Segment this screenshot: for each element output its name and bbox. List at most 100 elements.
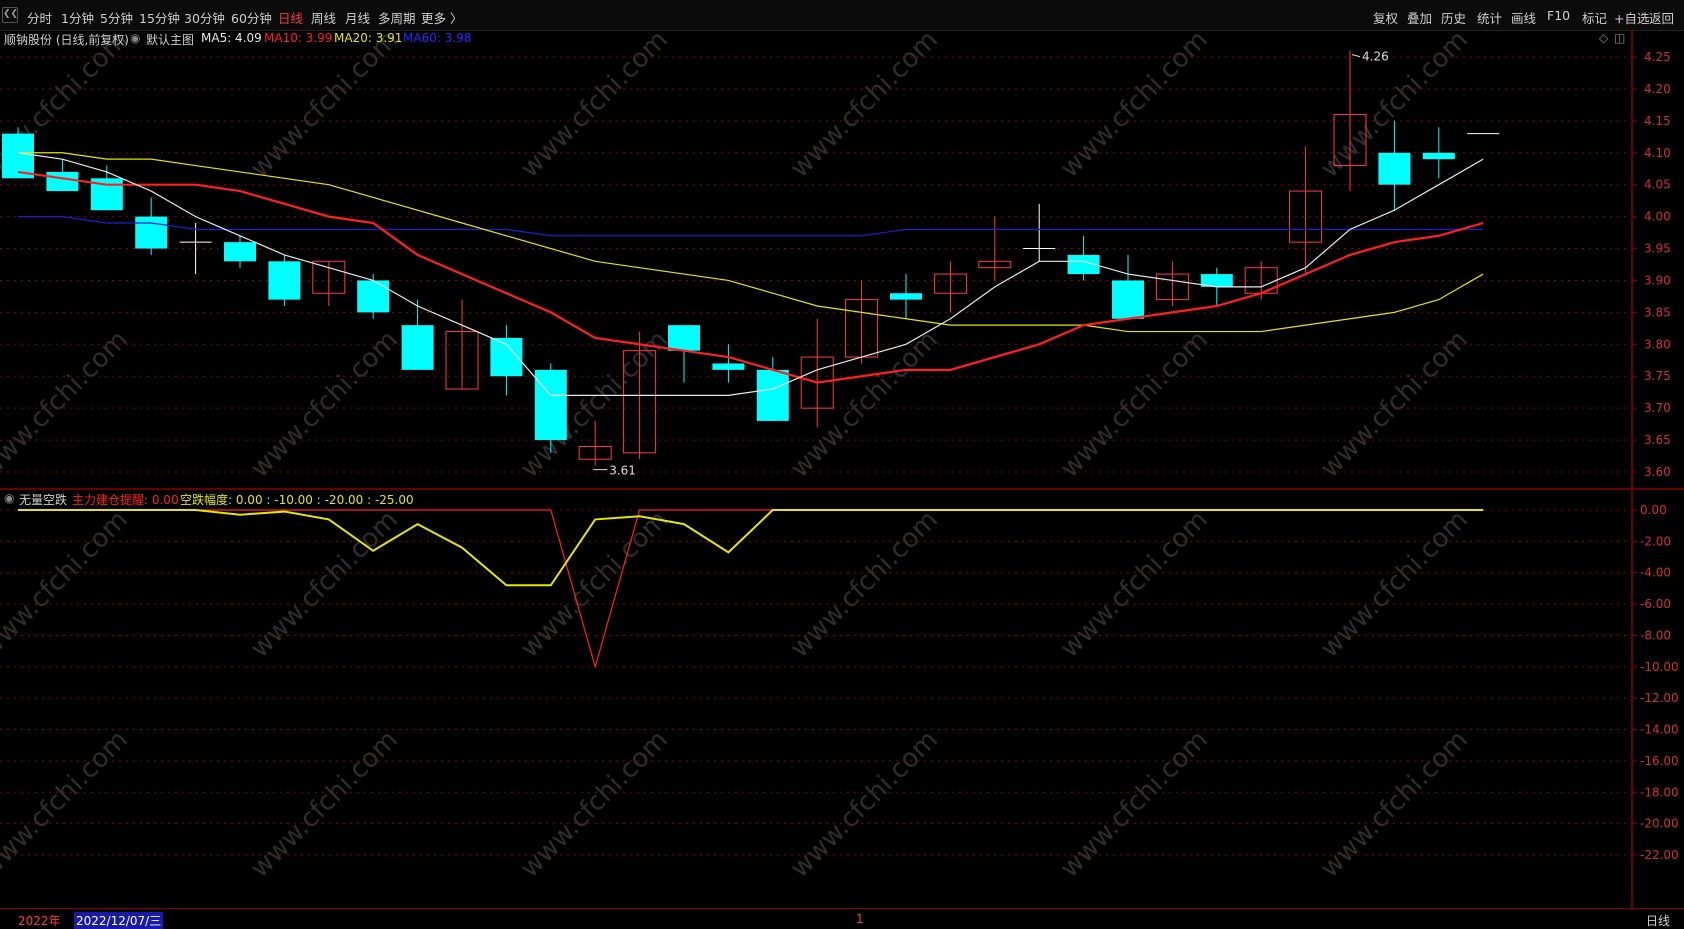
candle-body bbox=[890, 293, 922, 300]
template-label[interactable]: 默认主图 bbox=[146, 31, 194, 48]
period-label[interactable]: 日线 bbox=[1646, 912, 1670, 929]
period-tab-10[interactable]: 更多 〉 bbox=[421, 8, 462, 27]
price-tick-label: 3.80 bbox=[1644, 337, 1671, 351]
watermark: www.cfchi.com bbox=[785, 505, 944, 664]
period-tab-0[interactable]: 分时 bbox=[27, 8, 52, 27]
template-selector-icon[interactable]: ◉ bbox=[130, 31, 140, 45]
candle-body bbox=[534, 369, 567, 441]
candle-body bbox=[401, 325, 434, 370]
indicator-line1: 主力建仓提醒: 0.00 bbox=[72, 493, 179, 507]
price-tick-label: 3.85 bbox=[1644, 305, 1671, 319]
candle bbox=[268, 254, 301, 306]
candle-body bbox=[2, 133, 34, 179]
indicator-name[interactable]: 无量空跌 bbox=[19, 491, 67, 508]
indicator-selector-icon[interactable]: ◉ bbox=[4, 491, 14, 505]
indicator-tick-label: -10.00 bbox=[1640, 660, 1679, 674]
candle bbox=[490, 325, 523, 396]
period-tab-2[interactable]: 5分钟 bbox=[100, 8, 133, 27]
price-tick-label: 4.25 bbox=[1644, 50, 1671, 64]
diamond-icon[interactable]: ◇ bbox=[1599, 31, 1608, 45]
toolbar-button-3[interactable]: 统计 bbox=[1477, 8, 1502, 27]
candle bbox=[933, 261, 967, 313]
watermark: www.cfchi.com bbox=[245, 30, 404, 184]
toolbar-button-2[interactable]: 历史 bbox=[1441, 8, 1466, 27]
candle bbox=[1067, 235, 1100, 281]
ma60-line bbox=[18, 216, 1484, 237]
watermark: www.cfchi.com bbox=[245, 325, 404, 484]
price-tick-label: 3.95 bbox=[1644, 242, 1671, 256]
price-tick-label: 4.05 bbox=[1644, 178, 1671, 192]
watermark: www.cfchi.com bbox=[1315, 325, 1474, 484]
watermark: www.cfchi.com bbox=[1055, 325, 1214, 484]
mid-mark: 1 bbox=[856, 912, 864, 926]
period-tab-8[interactable]: 月线 bbox=[345, 8, 370, 27]
candle bbox=[534, 363, 567, 453]
indicator-tick-label: 0.00 bbox=[1640, 503, 1667, 517]
ma5-value: MA5: 4.09 bbox=[201, 31, 262, 45]
indicator-tick-label: -12.00 bbox=[1640, 691, 1679, 705]
toolbar-button-1[interactable]: 叠加 bbox=[1407, 8, 1432, 27]
ma10-line bbox=[17, 170, 1484, 384]
watermark: www.cfchi.com bbox=[0, 725, 134, 884]
candle-body bbox=[224, 242, 256, 262]
candle bbox=[179, 223, 212, 275]
candle bbox=[445, 299, 479, 390]
period-tab-9[interactable]: 多周期 bbox=[378, 8, 416, 27]
period-tab-3[interactable]: 15分钟 bbox=[139, 8, 180, 27]
indicator-tick-label: -6.00 bbox=[1640, 597, 1671, 611]
toolbar-button-8[interactable]: 返回 bbox=[1649, 8, 1674, 27]
toolbar-button-6[interactable]: 标记 bbox=[1582, 8, 1607, 27]
candle-body bbox=[756, 369, 789, 421]
period-tab-4[interactable]: 30分钟 bbox=[184, 8, 225, 27]
price-tick-label: 4.15 bbox=[1644, 114, 1671, 128]
cursor-date: 2022/12/07/三 bbox=[74, 912, 164, 929]
period-tab-7[interactable]: 周线 bbox=[311, 8, 336, 27]
ma60-value: MA60: 3.98 bbox=[403, 31, 472, 45]
candle bbox=[401, 299, 434, 370]
stock-title: 顺钠股份 (日线,前复权) bbox=[4, 33, 129, 47]
watermark: www.cfchi.com bbox=[245, 505, 404, 664]
indicator-tick-label: -20.00 bbox=[1640, 817, 1679, 831]
candle bbox=[1155, 261, 1189, 306]
toolbar-button-0[interactable]: 复权 bbox=[1373, 8, 1398, 27]
price-tick-label: 4.10 bbox=[1644, 146, 1671, 160]
candle bbox=[668, 325, 700, 383]
price-tick-label: 4.00 bbox=[1644, 210, 1671, 224]
watermark: www.cfchi.com bbox=[785, 30, 944, 184]
indicator-tick-label: -4.00 bbox=[1640, 566, 1671, 580]
watermark: www.cfchi.com bbox=[1055, 725, 1214, 884]
candle-body bbox=[1378, 152, 1411, 185]
toolbar-button-5[interactable]: F10 bbox=[1547, 8, 1570, 23]
watermark: www.cfchi.com bbox=[245, 725, 404, 884]
period-tab-6[interactable]: 日线 bbox=[278, 8, 303, 27]
indicator-tick-label: -22.00 bbox=[1640, 848, 1679, 862]
candle-body bbox=[357, 280, 390, 313]
panel-toggle-icon[interactable]: ◫ bbox=[1614, 31, 1625, 45]
period-toolbar: ❮❮ 分时 1分钟 5分钟 15分钟 30分钟 60分钟 日线 周线 月线 多周期 更多 〉 复权叠… bbox=[0, 0, 1684, 31]
price-tick-label: 3.65 bbox=[1644, 433, 1671, 447]
candle-body bbox=[135, 216, 168, 249]
candle-body bbox=[668, 325, 700, 351]
watermark: www.cfchi.com bbox=[1315, 725, 1474, 884]
back-arrows-icon[interactable]: ❮❮ bbox=[2, 7, 18, 23]
kline-chart[interactable]: www.cfchi.com www.cfchi.com www.cfchi.com w… bbox=[0, 30, 1684, 908]
watermark: www.cfchi.com bbox=[1315, 505, 1474, 664]
watermark: www.cfchi.com bbox=[0, 325, 134, 484]
candle-body bbox=[1112, 280, 1144, 319]
candle bbox=[1023, 203, 1056, 262]
period-tab-5[interactable]: 60分钟 bbox=[231, 8, 272, 27]
high-label: 4.26 bbox=[1362, 50, 1389, 64]
candle bbox=[46, 159, 79, 192]
low-label: 3.61 bbox=[609, 464, 636, 478]
price-tick-label: 3.90 bbox=[1644, 273, 1671, 287]
watermark: www.cfchi.com bbox=[515, 725, 674, 884]
watermark: www.cfchi.com bbox=[785, 325, 944, 484]
period-tab-1[interactable]: 1分钟 bbox=[61, 8, 94, 27]
price-tick-label: 3.70 bbox=[1644, 401, 1671, 415]
candle bbox=[800, 318, 834, 428]
series-zhuli-line bbox=[18, 509, 1484, 670]
toolbar-button-4[interactable]: 画线 bbox=[1511, 8, 1536, 27]
toolbar-button-7[interactable]: +自选 bbox=[1614, 8, 1649, 27]
price-tick-label: 3.60 bbox=[1644, 465, 1671, 479]
indicator-line2: 空跌幅度: 0.00 : -10.00 : -20.00 : -25.00 bbox=[180, 493, 414, 507]
